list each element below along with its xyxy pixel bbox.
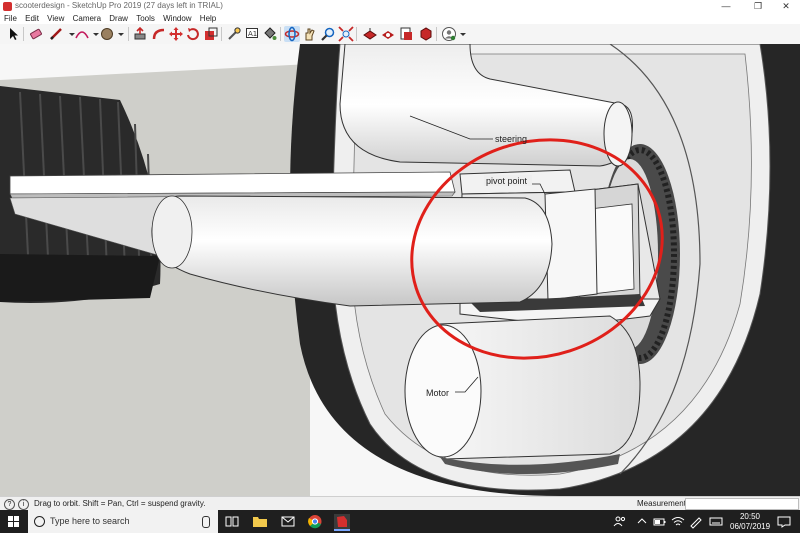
toolbar-separator — [436, 27, 437, 41]
action-center-icon[interactable] — [776, 514, 792, 529]
pen-workspace-icon[interactable] — [688, 514, 704, 529]
frame-beam — [9, 171, 456, 195]
status-hint: Drag to orbit. Shift = Pan, Ctrl = suspe… — [34, 499, 206, 508]
toolbar-separator — [221, 27, 222, 41]
window-titlebar: scooterdesign - SketchUp Pro 2019 (27 da… — [0, 0, 800, 13]
file-explorer-icon[interactable] — [252, 514, 268, 529]
text-tool-icon[interactable]: A1 — [244, 26, 260, 42]
windows-start-icon[interactable] — [8, 516, 19, 527]
menu-help[interactable]: Help — [200, 13, 216, 24]
menu-camera[interactable]: Camera — [73, 13, 101, 24]
cortana-icon — [34, 516, 45, 527]
steering-label: steering — [495, 134, 527, 144]
line-tool-icon[interactable] — [48, 26, 64, 42]
main-toolbar: A1 — [0, 24, 800, 45]
eraser-tool-icon[interactable] — [28, 26, 44, 42]
keyboard-icon[interactable] — [708, 514, 724, 529]
clock-date: 06/07/2019 — [730, 522, 771, 531]
shape-dropdown-chevron-icon[interactable] — [113, 26, 129, 42]
zoom-tool-icon[interactable] — [320, 26, 336, 42]
close-button[interactable]: ✕ — [772, 0, 800, 13]
send-to-layout-icon[interactable] — [398, 26, 414, 42]
tape-measure-tool-icon[interactable] — [226, 26, 242, 42]
task-view-icon[interactable] — [224, 514, 240, 529]
minimize-button[interactable]: — — [712, 0, 740, 13]
rotate-tool-icon[interactable] — [185, 26, 201, 42]
menu-view[interactable]: View — [47, 13, 64, 24]
motor-label: Motor — [426, 388, 449, 398]
mail-icon[interactable] — [280, 514, 296, 529]
menu-bar: File Edit View Camera Draw Tools Window … — [0, 13, 800, 24]
status-bar: ? i Drag to orbit. Shift = Pan, Ctrl = s… — [0, 496, 800, 511]
chrome-icon[interactable] — [307, 514, 323, 529]
menu-tools[interactable]: Tools — [136, 13, 155, 24]
menu-file[interactable]: File — [4, 13, 17, 24]
people-icon[interactable] — [612, 514, 628, 529]
taskbar-search-box[interactable]: Type here to search — [28, 510, 218, 533]
pivot-point-label: pivot point — [486, 176, 528, 186]
sketchup-app-icon — [3, 2, 12, 11]
menu-draw[interactable]: Draw — [109, 13, 128, 24]
help-icon[interactable]: ? — [4, 499, 15, 510]
measurements-input[interactable] — [685, 498, 799, 510]
toolbar-separator — [128, 27, 129, 41]
zoom-extents-tool-icon[interactable] — [338, 26, 354, 42]
menu-window[interactable]: Window — [163, 13, 191, 24]
paint-bucket-tool-icon[interactable] — [262, 26, 278, 42]
model-viewport[interactable]: steering pivot point Motor — [0, 44, 800, 496]
measurements-label: Measurements — [637, 499, 690, 508]
svg-text:A1: A1 — [248, 30, 257, 38]
push-pull-tool-icon[interactable] — [132, 26, 148, 42]
clock-time: 20:50 — [739, 512, 761, 521]
move-tool-icon[interactable] — [168, 26, 184, 42]
follow-me-tool-icon[interactable] — [151, 26, 167, 42]
toolbar-separator — [280, 27, 281, 41]
info-icon[interactable]: i — [18, 499, 29, 510]
menu-edit[interactable]: Edit — [25, 13, 39, 24]
toolbar-separator — [356, 27, 357, 41]
extension-warehouse-icon[interactable] — [380, 26, 396, 42]
scale-tool-icon[interactable] — [203, 26, 219, 42]
model-scene: steering pivot point Motor — [0, 44, 800, 496]
orbit-tool-icon[interactable] — [284, 26, 300, 42]
windows-taskbar: Type here to search 20:50 06/07/2019 — [0, 510, 800, 533]
select-tool-icon[interactable] — [6, 26, 22, 42]
account-dropdown-chevron-icon[interactable] — [455, 26, 471, 42]
toolbar-separator — [23, 27, 24, 41]
tray-chevron-up-icon[interactable] — [634, 514, 650, 529]
battery-icon[interactable] — [652, 514, 668, 529]
extension-manager-icon[interactable] — [418, 26, 434, 42]
3d-warehouse-icon[interactable] — [362, 26, 378, 42]
microphone-icon[interactable] — [202, 516, 210, 528]
taskbar-clock[interactable]: 20:50 06/07/2019 — [730, 512, 770, 532]
window-title: scooterdesign - SketchUp Pro 2019 (27 da… — [15, 1, 223, 10]
sketchup-taskbar-icon[interactable] — [334, 514, 350, 531]
restore-button[interactable]: ❐ — [744, 0, 772, 13]
search-placeholder: Type here to search — [50, 516, 130, 526]
wifi-icon[interactable] — [670, 514, 686, 529]
pan-tool-icon[interactable] — [302, 26, 318, 42]
